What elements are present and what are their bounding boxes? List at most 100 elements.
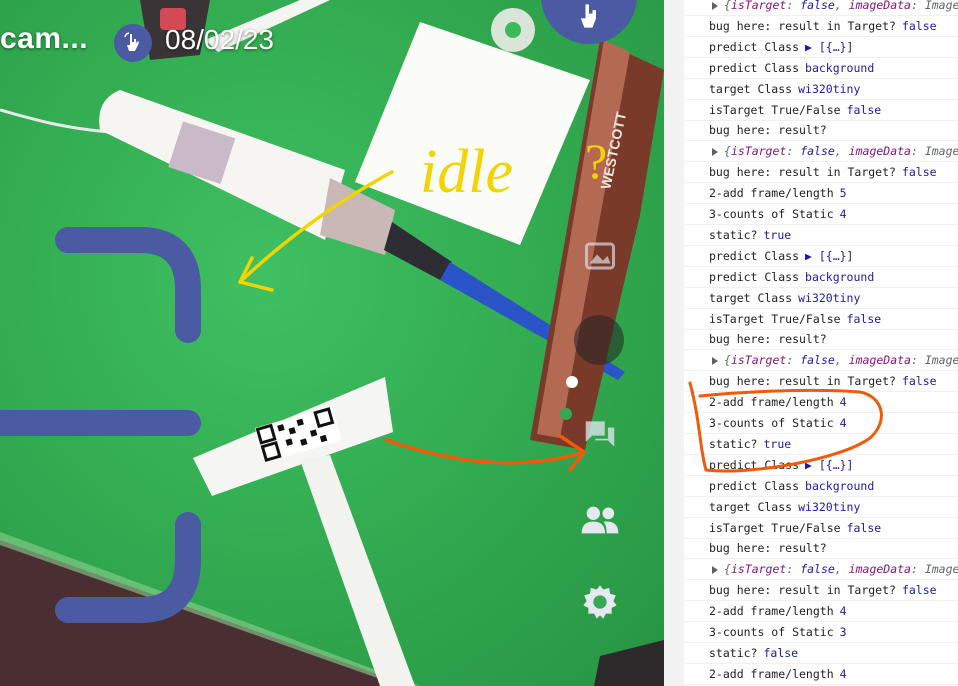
console-log-value: false	[901, 583, 937, 598]
console-log-value: background	[805, 269, 875, 284]
console-log-label: bug here: result in Target?	[709, 18, 896, 33]
settings-icon[interactable]	[578, 580, 622, 624]
console-log-value[interactable]: ▶ [{…}]	[805, 40, 853, 54]
console-object-text: {isTarget: false, imageData: Image	[724, 353, 958, 368]
expand-triangle-icon[interactable]	[712, 356, 718, 365]
console-log-label: isTarget True/False	[709, 520, 841, 535]
console-object-row[interactable]: {isTarget: false, imageData: Image	[684, 559, 958, 581]
console-log-label: static?	[709, 436, 758, 451]
console-log-row: static? true	[684, 434, 958, 455]
console-log-label: isTarget True/False	[709, 102, 841, 117]
console-log-value: 5	[839, 186, 847, 201]
console-log-label: 2-add frame/length	[709, 186, 834, 201]
photo-icon[interactable]	[580, 236, 620, 276]
console-log-value: 4	[839, 666, 847, 681]
console-log-label: predict Class	[709, 269, 800, 284]
console-log-value: 4	[839, 604, 847, 619]
console-log-row: static? true	[684, 225, 958, 246]
camera-title: cam...	[0, 22, 89, 55]
console-log-row: 2-add frame/length 4	[684, 664, 958, 685]
console-object-row[interactable]: {isTarget: false, imageData: Image	[684, 0, 958, 16]
console-log-label: 2-add frame/length	[709, 604, 834, 619]
console-log-value: background	[805, 60, 875, 75]
console-log-label: 3-counts of Static	[709, 416, 834, 430]
cable	[0, 108, 111, 134]
console-log-row: target Class wi320tiny	[684, 79, 958, 100]
console-log-label: bug here: result in Target?	[709, 374, 896, 389]
console-log-row: 2-add frame/length 4	[684, 601, 958, 623]
console-log-row: target Class wi320tiny	[684, 497, 958, 518]
console-log-row: bug here: result in Target? false	[684, 162, 958, 184]
chat-icon[interactable]	[578, 412, 622, 456]
console-object-text: {isTarget: false, imageData: Image	[724, 0, 958, 12]
console-log-label: predict Class	[709, 60, 800, 75]
console-object-row[interactable]: {isTarget: false, imageData: Image	[684, 141, 958, 163]
console-log-row: predict Class background	[684, 58, 958, 79]
console-log-row: isTarget True/False false	[684, 100, 958, 121]
expand-triangle-icon[interactable]	[712, 565, 718, 574]
camera-scene: WESTCOTT	[0, 0, 664, 686]
console-log-row: bug here: result?	[684, 120, 958, 142]
console-log-label: 2-add frame/length	[709, 395, 834, 410]
console-log-label: predict Class	[709, 457, 800, 472]
console-log-label: bug here: result in Target?	[709, 165, 896, 180]
console-log-label: predict Class	[709, 248, 800, 263]
console-object-text: {isTarget: false, imageData: Image	[724, 144, 958, 159]
touch-app-icon[interactable]	[114, 24, 152, 62]
console-log-row: isTarget True/False false	[684, 309, 958, 330]
console-log-row: bug here: result in Target? false	[684, 371, 958, 393]
console-log-value: false	[901, 374, 937, 389]
console-log-label: predict Class	[709, 478, 800, 493]
console-log-value: true	[763, 436, 792, 451]
console-object-text: {isTarget: false, imageData: Image	[724, 562, 958, 577]
console-log-value[interactable]: ▶ [{…}]	[805, 249, 853, 263]
console-log-row: predict Class ▶ [{…}]	[684, 455, 958, 476]
console-log-label: isTarget True/False	[709, 311, 841, 326]
console-log-label: target Class	[709, 81, 793, 96]
console-log-label: 2-add frame/length	[709, 666, 834, 681]
camera-view[interactable]: WESTCOTT cam... 08/02/23	[0, 0, 664, 686]
capture-date: 08/02/23	[165, 24, 274, 55]
console-log-value: false	[901, 18, 937, 33]
expand-triangle-icon[interactable]	[712, 147, 718, 156]
washer	[505, 22, 521, 38]
console-log-row: 2-add frame/length 4	[684, 392, 958, 414]
console-log-value: wi320tiny	[798, 499, 861, 514]
console-log-label: target Class	[709, 290, 793, 305]
console-log-row: 3-counts of Static 4	[684, 204, 958, 225]
console-log-value: wi320tiny	[798, 290, 861, 305]
console-log-row: bug here: result in Target? false	[684, 16, 958, 37]
console-log-label: static?	[709, 645, 758, 660]
console-log-row: 3-counts of Static 3	[684, 622, 958, 643]
console-log-label: bug here: result?	[709, 541, 827, 556]
console-log-value: false	[901, 165, 937, 180]
expand-triangle-icon[interactable]	[712, 1, 718, 10]
console-log-label: predict Class	[709, 39, 800, 54]
console-log-label: 3-counts of Static	[709, 207, 834, 221]
console-log-row: static? false	[684, 643, 958, 664]
console-log-label: 3-counts of Static	[709, 625, 834, 639]
scan-frame-top-right	[55, 227, 201, 343]
console-log-value: 4	[839, 207, 847, 221]
panel-divider[interactable]	[664, 0, 684, 686]
console-log-value[interactable]: ▶ [{…}]	[805, 458, 853, 472]
console-log-value: true	[763, 227, 792, 242]
console-log-row: target Class wi320tiny	[684, 288, 958, 309]
console-log-row: predict Class ▶ [{…}]	[684, 37, 958, 58]
console-object-row[interactable]: {isTarget: false, imageData: Image	[684, 350, 958, 372]
console-log-label: static?	[709, 227, 758, 242]
console-log-row: bug here: result?	[684, 329, 958, 351]
console-log-value: false	[846, 102, 882, 117]
console-log-row: predict Class ▶ [{…}]	[684, 246, 958, 267]
console-log-row: 2-add frame/length 5	[684, 183, 958, 205]
console-log-value: 4	[839, 416, 847, 430]
console-log-row: bug here: result?	[684, 538, 958, 560]
focus-circle	[574, 315, 624, 365]
console-log-label: target Class	[709, 499, 793, 514]
console-log-value: false	[763, 645, 799, 660]
people-icon[interactable]	[578, 500, 622, 540]
console-log-value: false	[846, 311, 882, 326]
console-log-value: false	[846, 520, 882, 535]
console-log-value: background	[805, 478, 875, 493]
devtools-console[interactable]: {isTarget: false, imageData: Image bug he…	[684, 0, 958, 686]
